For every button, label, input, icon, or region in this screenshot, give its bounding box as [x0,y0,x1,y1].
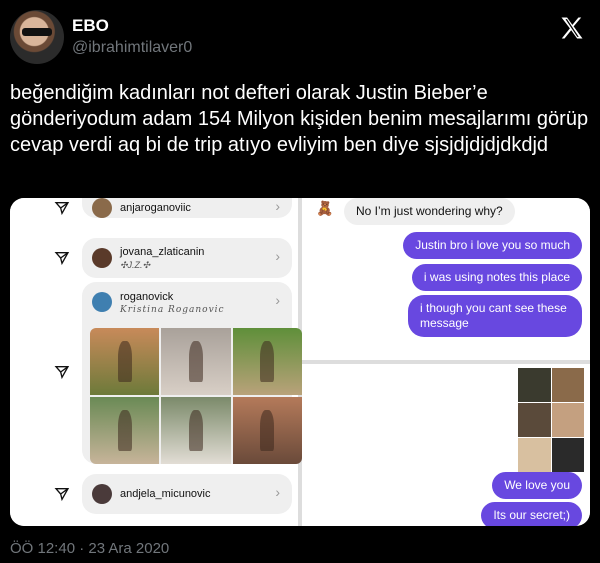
list-item: anjaroganoviic › [82,198,292,218]
username: andjela_micunovic [120,488,211,500]
username: jovana_zlaticanin [120,246,205,258]
send-icon [54,366,70,380]
x-logo-icon[interactable] [558,14,586,42]
photo-thumbnail [161,397,231,464]
chat-screenshot-bottom: We love you Its our secret;) [302,364,590,526]
chevron-right-icon: › [275,198,280,214]
tweet-media[interactable]: anjaroganoviic › jovana_zlaticanin ✣J.Z.… [10,198,590,526]
shared-post-card: roganovick Kristina Roganovic › [82,282,302,464]
shared-photo [518,368,584,472]
send-icon [54,488,70,502]
chat-message-bubble: We love you [492,472,582,499]
tweet-text: beğendiğim kadınları not defteri olarak … [10,82,589,156]
author-avatar[interactable] [10,10,64,64]
chevron-right-icon: › [275,484,280,500]
send-icon [54,252,70,266]
author-handle[interactable]: @ibrahimtilaver0 [72,39,192,57]
username: anjaroganoviic [120,202,191,214]
chevron-right-icon: › [275,248,280,264]
send-icon [54,202,70,216]
list-item: andjela_micunovic › [82,474,292,514]
shared-profiles-screenshot: anjaroganoviic › jovana_zlaticanin ✣J.Z.… [10,198,302,526]
photo-thumbnail [161,328,231,395]
username: roganovick [120,291,174,303]
bear-avatar-icon: 🧸 [316,200,334,216]
photo-thumbnail [232,397,302,464]
photo-thumbnail [90,328,160,395]
chat-screenshot-top: 🧸 No I’m just wondering why? Justin bro … [302,198,590,360]
photo-thumbnail [232,328,302,395]
chat-message-bubble: Its our secret;) [481,502,582,526]
tweet-header: EBO @ibrahimtilaver0 [10,10,590,66]
chat-reply-bubble: No I’m just wondering why? [344,198,515,225]
chevron-right-icon: › [275,292,280,308]
avatar [92,198,112,218]
list-item: jovana_zlaticanin ✣J.Z.✣ › [82,238,292,278]
photo-grid [90,328,302,464]
user-subtitle: ✣J.Z.✣ [120,260,151,270]
chat-message-bubble: Justin bro i love you so much [403,232,582,259]
author-name[interactable]: EBO [72,16,109,36]
avatar [92,484,112,504]
avatar [92,292,112,312]
chat-message-bubble: i was using notes this place [411,264,582,291]
user-subtitle: Kristina Roganovic [120,305,225,315]
photo-thumbnail [90,397,160,464]
chat-message-bubble: i though you cant see these message [408,295,582,337]
tweet-timestamp[interactable]: ÖÖ 12:40 · 23 Ara 2020 [10,540,169,557]
avatar [92,248,112,268]
